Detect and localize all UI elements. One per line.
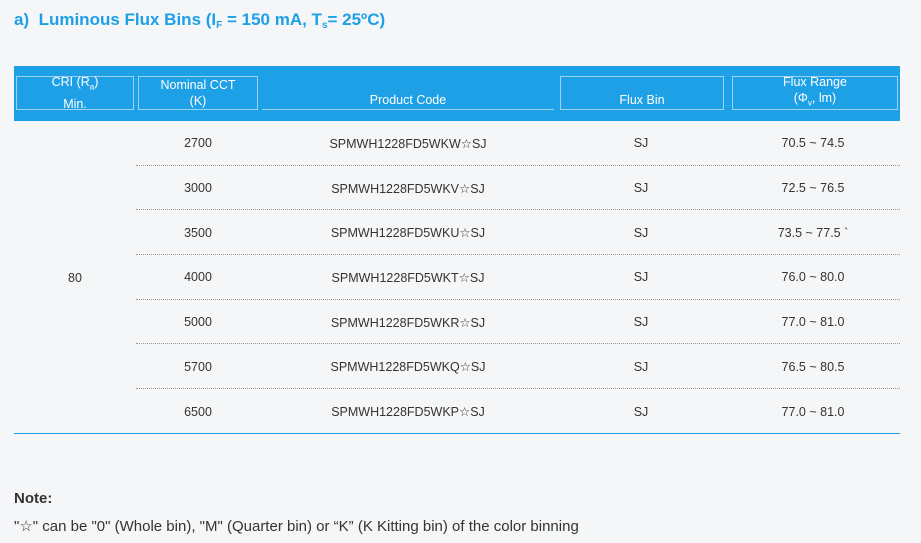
header-flux-range-unit: , lm) [811, 91, 837, 106]
note-text: "☆" can be "0" (Whole bin), "M" (Quarter… [14, 518, 579, 535]
table-row: 5700 SPMWH1228FD5WKQ☆SJ SJ 76.5 ~ 80.5 [14, 345, 900, 390]
flux-range-cell: 72.5 ~ 76.5 [781, 181, 845, 196]
table-header: CRI (Ra) Min. Nominal CCT (K) Product Co… [14, 66, 900, 121]
flux-range-cell: 77.0 ~ 81.0 [781, 315, 845, 330]
heading-mid: = 150 mA, T [222, 10, 322, 29]
table-row: 6500 SPMWH1228FD5WKP☆SJ SJ 77.0 ~ 81.0 [14, 389, 900, 434]
header-flux-range-line2: (Φv, lm) [794, 90, 836, 112]
product-code-cell: SPMWH1228FD5WKQ☆SJ [330, 360, 486, 375]
flux-range-cell: 76.5 ~ 80.5 [781, 359, 845, 374]
product-code-cell: SPMWH1228FD5WKU☆SJ [330, 226, 486, 241]
table-row: 3500 SPMWH1228FD5WKU☆SJ SJ 73.5 ~ 77.5 ` [14, 210, 900, 256]
note-title: Note: [14, 490, 53, 507]
flux-bin-cell: SJ [633, 404, 649, 419]
product-code-cell: SPMWH1228FD5WKT☆SJ [331, 270, 485, 285]
heading-title: Luminous Flux Bins (I [38, 10, 217, 29]
header-flux-bin: Flux Bin [560, 76, 724, 110]
cct-cell: 2700 [184, 136, 212, 151]
header-cri-line1: CRI (Ra) [52, 74, 99, 96]
section-heading: a) Luminous Flux Bins (IF = 150 mA, Ts= … [14, 10, 386, 31]
product-code-cell: SPMWH1228FD5WKP☆SJ [331, 405, 485, 420]
header-product-code: Product Code [262, 76, 554, 110]
header-cri-line2: Min. [63, 96, 87, 111]
heading-suffix: = 25ºC) [327, 10, 386, 29]
cct-cell: 6500 [184, 404, 212, 419]
cct-cell: 5000 [184, 315, 212, 330]
header-flux-bin-text: Flux Bin [619, 93, 665, 107]
table-row: 2700 SPMWH1228FD5WKW☆SJ SJ 70.5 ~ 74.5 [14, 121, 900, 166]
product-code-cell: SPMWH1228FD5WKV☆SJ [331, 181, 485, 196]
cct-cell: 4000 [184, 270, 212, 285]
header-flux-range-line1: Flux Range [783, 75, 847, 90]
header-cct: Nominal CCT (K) [138, 76, 258, 110]
flux-bins-table: CRI (Ra) Min. Nominal CCT (K) Product Co… [14, 66, 900, 434]
table-row: 5000 SPMWH1228FD5WKR☆SJ SJ 77.0 ~ 81.0 [14, 300, 900, 345]
table-bottom-border [14, 433, 900, 434]
header-cri-close: ) [94, 75, 99, 90]
product-code-cell: SPMWH1228FD5WKR☆SJ [330, 315, 486, 330]
heading-sub-s: s [321, 20, 328, 31]
header-flux-range: Flux Range (Φv, lm) [732, 75, 898, 112]
flux-bin-cell: SJ [633, 315, 649, 330]
header-product-code-text: Product Code [369, 92, 447, 107]
flux-bin-cell: SJ [633, 136, 649, 151]
flux-bin-cell: SJ [633, 270, 649, 285]
table-row: 4000 SPMWH1228FD5WKT☆SJ SJ 76.0 ~ 80.0 [14, 255, 900, 300]
header-cri: CRI (Ra) Min. [16, 74, 134, 111]
product-code-cell: SPMWH1228FD5WKW☆SJ [329, 136, 487, 151]
cct-cell: 3500 [184, 225, 212, 240]
cct-cell: 5700 [184, 359, 212, 374]
header-cri-text: CRI (R [51, 75, 90, 90]
header-flux-range-phi: (Φ [793, 91, 808, 106]
flux-bin-cell: SJ [633, 181, 649, 196]
flux-bin-cell: SJ [633, 359, 649, 374]
flux-bin-cell: SJ [633, 225, 649, 240]
heading-prefix: a) [14, 10, 30, 29]
flux-range-cell: 76.0 ~ 80.0 [781, 270, 845, 285]
header-cct-line2: (K) [189, 94, 207, 108]
cct-cell: 3000 [184, 181, 212, 196]
flux-range-cell: 77.0 ~ 81.0 [781, 404, 845, 419]
flux-range-cell: 73.5 ~ 77.5 ` [777, 225, 849, 240]
flux-range-cell: 70.5 ~ 74.5 [781, 136, 845, 151]
heading-sub-f: F [216, 20, 223, 31]
header-cct-line1: Nominal CCT [160, 78, 236, 92]
table-row: 3000 SPMWH1228FD5WKV☆SJ SJ 72.5 ~ 76.5 [14, 166, 900, 211]
